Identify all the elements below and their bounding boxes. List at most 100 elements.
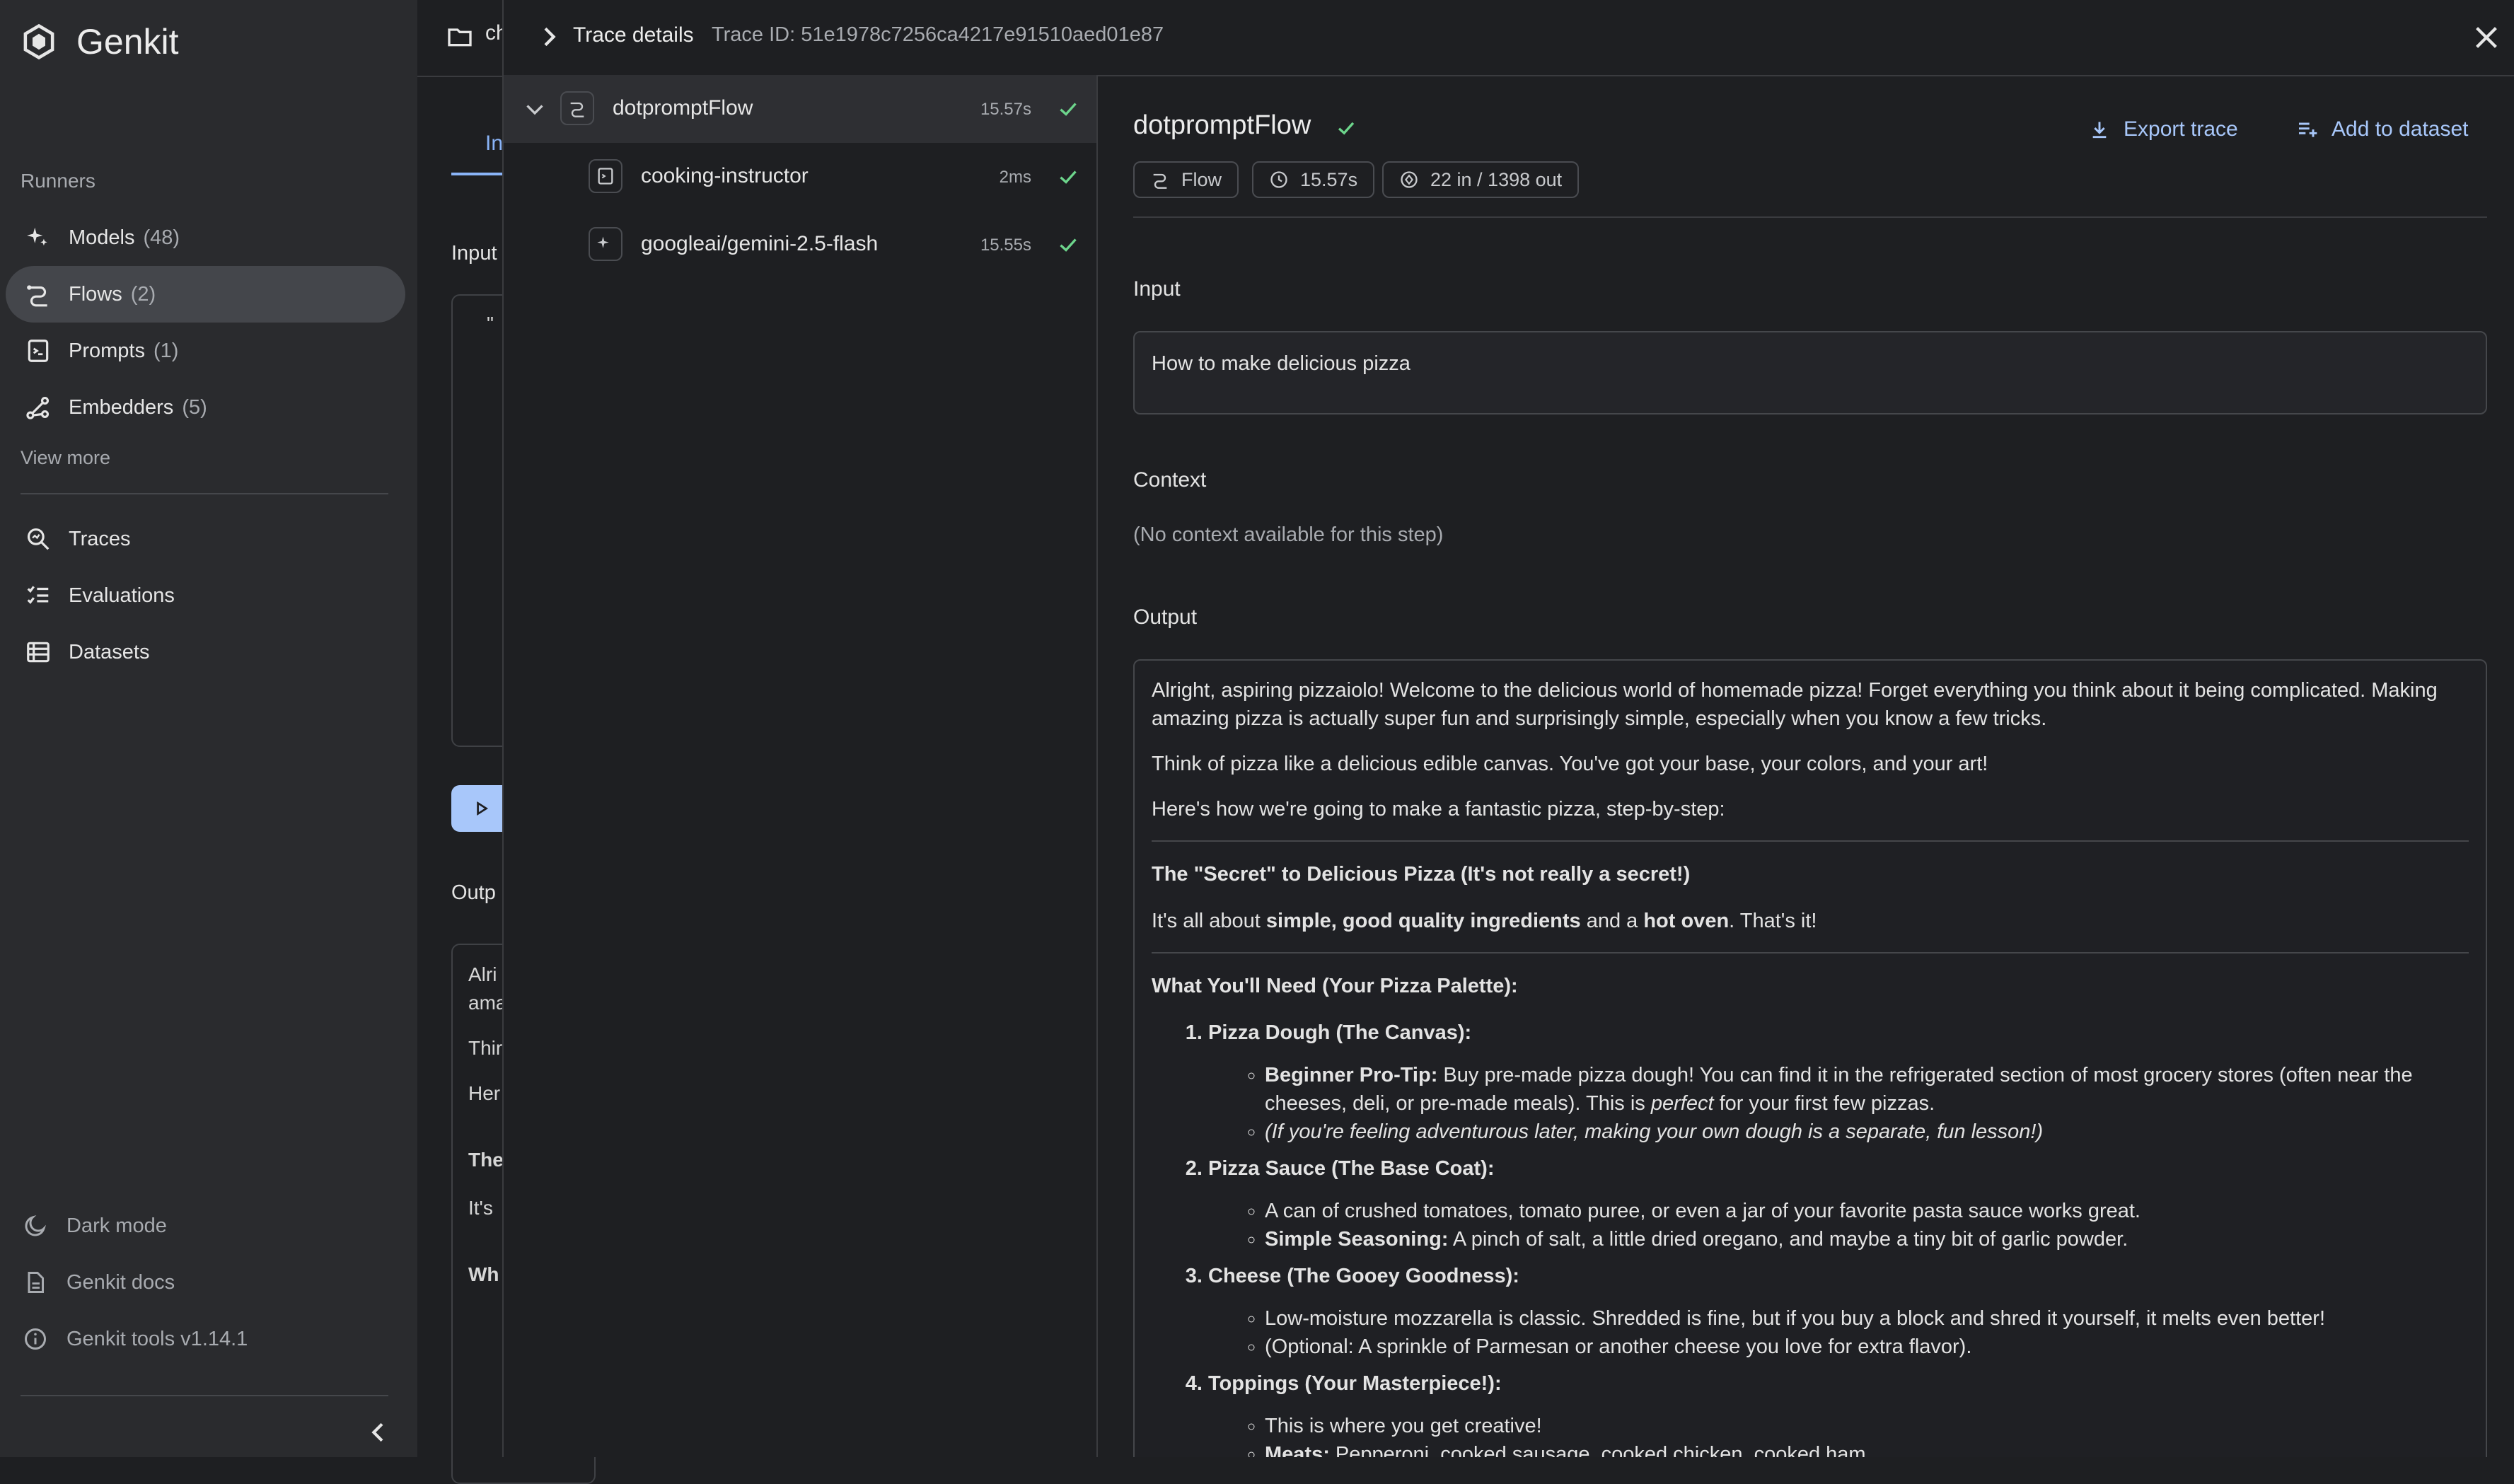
genkit-tools-label: Genkit tools v1.14.1 <box>66 1327 248 1350</box>
text-run: A pinch of salt, a little dried oregano,… <box>1448 1228 2128 1251</box>
collapse-sidebar-icon[interactable] <box>364 1418 393 1447</box>
genkit-logo[interactable]: Genkit <box>20 21 179 62</box>
play-icon <box>477 801 489 816</box>
app-sidebar: Genkit Runners Models (48) Flows (2) Pro… <box>0 0 417 1457</box>
span-duration: 2ms <box>999 168 1031 187</box>
span-name: cooking-instructor <box>641 164 809 187</box>
runner-output-fragment: ama <box>468 992 507 1014</box>
sparkle-icon <box>27 227 47 246</box>
drawer-header: Trace details Trace ID: 51e1978c7256ca42… <box>504 0 2514 76</box>
output-paragraph: It's all about simple, good quality ingr… <box>1152 907 2469 935</box>
output-heading: The "Secret" to Delicious Pizza (It's no… <box>1152 863 1691 886</box>
list-item-title: Pizza Dough (The Canvas): <box>1208 1021 1472 1044</box>
drawer-title: Trace details <box>573 23 694 47</box>
genkit-docs-label: Genkit docs <box>66 1270 175 1294</box>
sidebar-item-label: Datasets <box>69 640 150 663</box>
sparkle-icon <box>589 227 622 261</box>
sidebar-item-embedders[interactable]: Embedders (5) <box>6 379 405 436</box>
list-item: Pizza Dough (The Canvas): Beginner Pro-T… <box>1208 1019 2469 1146</box>
text-run: . That's it! <box>1729 910 1817 932</box>
dark-mode-label: Dark mode <box>66 1214 167 1237</box>
sidebar-bottom-divider <box>21 1395 388 1396</box>
runner-output-fragment: It's <box>468 1197 493 1219</box>
text-run-bold: simple, good quality ingredients <box>1265 910 1581 932</box>
download-icon <box>2092 122 2107 139</box>
text-run-bold: Simple Seasoning: <box>1265 1228 1449 1251</box>
list-item-title: Pizza Sauce (The Base Coat): <box>1208 1157 1495 1180</box>
runner-output-fragment: Her <box>468 1082 501 1104</box>
text-run-bold: Beginner Pro-Tip: <box>1265 1064 1438 1086</box>
genkit-logo-icon <box>23 23 54 60</box>
text-run-bold: Meats: <box>1265 1443 1330 1457</box>
sidebar-item-label: Flows <box>69 282 122 306</box>
span-name: googleai/gemini-2.5-flash <box>641 232 879 255</box>
list-item: Toppings (Your Masterpiece!): This is wh… <box>1208 1369 2469 1457</box>
list-item: Beginner Pro-Tip: Buy pre-made pizza dou… <box>1265 1061 2469 1118</box>
output-paragraph: Alright, aspiring pizzaiolo! Welcome to … <box>1152 679 2438 730</box>
runner-output-fragment: Wh <box>468 1263 499 1285</box>
genkit-docs-link[interactable]: Genkit docs <box>6 1258 402 1307</box>
list-item-title: Toppings (Your Masterpiece!): <box>1208 1372 1502 1395</box>
span-detail-title: dotpromptFlow <box>1133 110 1311 140</box>
list-item: Cheese (The Gooey Goodness): Low-moistur… <box>1208 1262 2469 1361</box>
tab-input[interactable]: In <box>485 132 503 156</box>
span-row-dotpromptflow[interactable]: dotpromptFlow 15.57s <box>504 75 1096 143</box>
sidebar-item-flows[interactable]: Flows (2) <box>6 266 405 323</box>
sidebar-item-label: Evaluations <box>69 584 175 607</box>
chevron-down-icon[interactable] <box>522 96 548 122</box>
view-more-link[interactable]: View more <box>21 447 110 469</box>
genkit-tools-version[interactable]: Genkit tools v1.14.1 <box>6 1314 402 1364</box>
runner-output-fragment: Alri <box>468 963 497 985</box>
output-heading: What You'll Need (Your Pizza Palette): <box>1152 975 1518 997</box>
span-tree: dotpromptFlow 15.57s cooking-instructor … <box>504 75 1098 1457</box>
chevron-right-icon[interactable] <box>535 23 563 51</box>
span-name: dotpromptFlow <box>613 96 753 120</box>
input-label: Input <box>1133 277 1181 301</box>
sidebar-item-models[interactable]: Models (48) <box>6 209 405 266</box>
sidebar-item-count: (1) <box>153 339 179 362</box>
sidebar-item-count: (48) <box>143 226 180 249</box>
traces-icon <box>27 528 50 550</box>
span-row-gemini[interactable]: googleai/gemini-2.5-flash 15.55s <box>504 211 1096 279</box>
dark-mode-toggle[interactable]: Dark mode <box>6 1201 402 1251</box>
text-run: It's all about <box>1152 910 1266 932</box>
sub-list: Beginner Pro-Tip: Buy pre-made pizza dou… <box>1208 1061 2469 1146</box>
token-usage-label: 22 in / 1398 out <box>1430 168 1563 190</box>
list-item: Meats: Pepperoni, cooked sausage, cooked… <box>1265 1440 2469 1457</box>
sidebar-item-datasets[interactable]: Datasets <box>6 624 405 680</box>
list-item: Pizza Sauce (The Base Coat): A can of cr… <box>1208 1154 2469 1253</box>
close-icon[interactable] <box>2470 21 2503 54</box>
check-icon <box>1060 170 1077 184</box>
list-item: (Optional: A sprinkle of Parmesan or ano… <box>1265 1333 2469 1361</box>
export-trace-button[interactable]: Export trace <box>2088 117 2238 141</box>
output-divider <box>1152 840 2469 842</box>
detail-divider <box>1133 216 2487 218</box>
text-run: and a <box>1580 910 1644 932</box>
evaluations-icon <box>27 586 49 604</box>
list-item: Simple Seasoning: A pinch of salt, a lit… <box>1265 1225 2469 1253</box>
sidebar-item-prompts[interactable]: Prompts (1) <box>6 323 405 379</box>
context-label: Context <box>1133 468 1207 492</box>
runner-output-fragment: Thir <box>468 1037 503 1059</box>
flow-icon <box>560 91 594 125</box>
list-item: (If you're feeling adventurous later, ma… <box>1265 1118 2469 1146</box>
input-textarea[interactable]: How to make delicious pizza <box>1133 331 2487 415</box>
sidebar-item-count: (2) <box>130 282 156 306</box>
output-paragraph: Think of pizza like a delicious edible c… <box>1152 753 1988 775</box>
sidebar-item-count: (5) <box>182 395 207 419</box>
add-to-dataset-button[interactable]: Add to dataset <box>2296 117 2468 141</box>
check-icon <box>1060 238 1077 252</box>
text-run: for your first few pizzas. <box>1713 1092 1935 1115</box>
sidebar-item-label: Traces <box>69 527 131 550</box>
sidebar-item-traces[interactable]: Traces <box>6 511 405 567</box>
span-duration: 15.57s <box>980 100 1031 119</box>
sidebar-item-evaluations[interactable]: Evaluations <box>6 567 405 624</box>
runner-output-label: Outp <box>451 881 496 904</box>
input-value: How to make delicious pizza <box>1152 352 1410 375</box>
text-run: Pepperoni, cooked sausage, cooked chicke… <box>1329 1443 1872 1457</box>
moon-icon <box>25 1215 47 1236</box>
span-row-cooking-instructor[interactable]: cooking-instructor 2ms <box>504 143 1096 211</box>
output-paragraph: Here's how we're going to make a fantast… <box>1152 798 1725 821</box>
embedder-icon <box>26 396 50 419</box>
ingredients-list: Pizza Dough (The Canvas): Beginner Pro-T… <box>1152 1019 2469 1457</box>
